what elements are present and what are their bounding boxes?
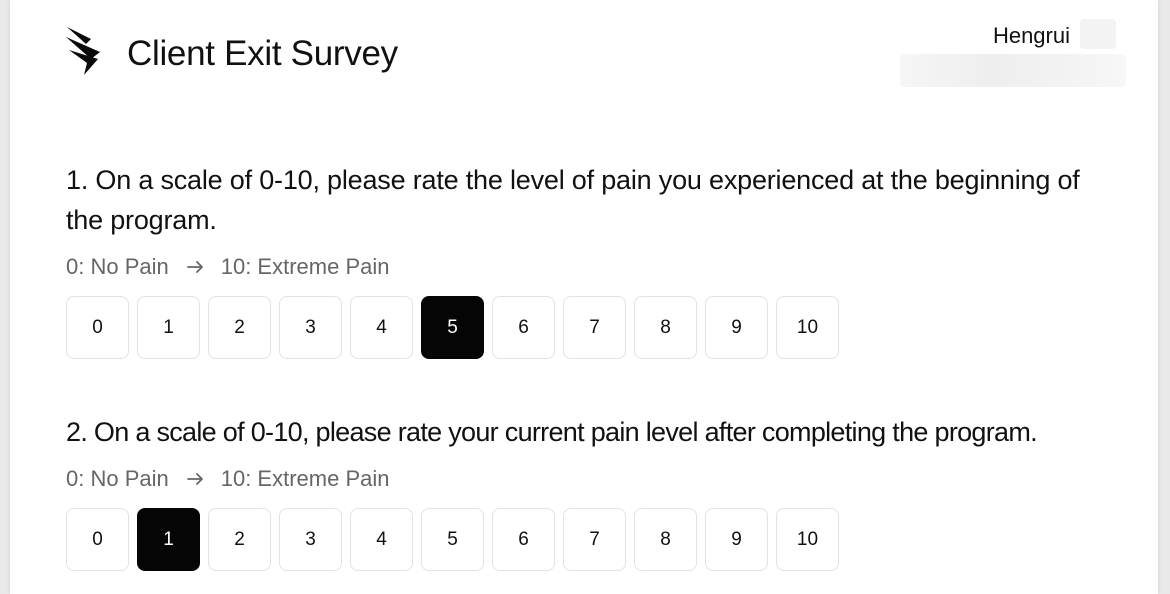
rating-option-1[interactable]: 1 [137, 296, 200, 359]
rating-option-4[interactable]: 4 [350, 508, 413, 571]
redacted-info-block [900, 54, 1126, 87]
rating-option-2[interactable]: 2 [208, 296, 271, 359]
rating-option-8[interactable]: 8 [634, 296, 697, 359]
rating-option-1[interactable]: 1 [137, 508, 200, 571]
rating-option-10[interactable]: 10 [776, 296, 839, 359]
chevron-stack-logo-icon [66, 27, 100, 75]
rating-option-10[interactable]: 10 [776, 508, 839, 571]
arrow-right-icon [186, 473, 203, 485]
rating-option-5[interactable]: 5 [421, 508, 484, 571]
rating-option-8[interactable]: 8 [634, 508, 697, 571]
rating-option-6[interactable]: 6 [492, 296, 555, 359]
rating-option-2[interactable]: 2 [208, 508, 271, 571]
question-text: 1. On a scale of 0-10, please rate the l… [66, 165, 1080, 235]
rating-option-7[interactable]: 7 [563, 508, 626, 571]
user-info: Hengrui [900, 18, 1126, 90]
rating-option-0[interactable]: 0 [66, 508, 129, 571]
rating-option-3[interactable]: 3 [279, 508, 342, 571]
rating-option-7[interactable]: 7 [563, 296, 626, 359]
user-name: Hengrui [992, 23, 1070, 48]
scale-min-label: 0: No Pain [66, 254, 169, 279]
question-2: 2. On a scale of 0-10, please rate your … [66, 412, 1114, 571]
scale-max-label: 10: Extreme Pain [220, 466, 390, 491]
survey-header: Client Exit Survey Hengrui [10, 0, 1158, 100]
rating-option-6[interactable]: 6 [492, 508, 555, 571]
rating-options: 0 1 2 3 4 5 6 7 8 9 10 [66, 508, 1114, 571]
arrow-right-icon [186, 261, 203, 273]
redacted-name-block [1080, 19, 1116, 49]
scale-max-label: 10: Extreme Pain [220, 254, 390, 279]
page-title: Client Exit Survey [127, 34, 398, 73]
scale-hint: 0: No Pain 10: Extreme Pain [66, 254, 1114, 280]
rating-option-4[interactable]: 4 [350, 296, 413, 359]
rating-option-3[interactable]: 3 [279, 296, 342, 359]
question-text: 2. On a scale of 0-10, please rate your … [66, 417, 1038, 447]
rating-option-9[interactable]: 9 [705, 296, 768, 359]
rating-option-0[interactable]: 0 [66, 296, 129, 359]
survey-page: Client Exit Survey Hengrui 1. On a scale… [10, 0, 1158, 594]
question-1: 1. On a scale of 0-10, please rate the l… [66, 160, 1114, 359]
rating-option-5[interactable]: 5 [421, 296, 484, 359]
scale-min-label: 0: No Pain [66, 466, 169, 491]
rating-options: 0 1 2 3 4 5 6 7 8 9 10 [66, 296, 1114, 359]
rating-option-9[interactable]: 9 [705, 508, 768, 571]
scale-hint: 0: No Pain 10: Extreme Pain [66, 466, 1114, 492]
